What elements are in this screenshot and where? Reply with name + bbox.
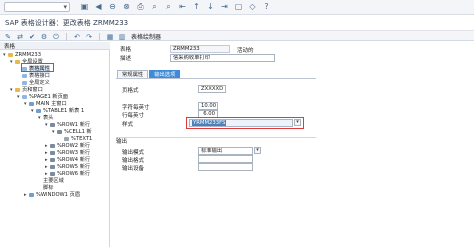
test-icon[interactable]: ⏻ [52,33,60,41]
tab-output-options[interactable]: 输出选项 [149,70,181,78]
prev-page-icon[interactable]: ↑ [192,2,201,11]
dropdown-arrow-icon[interactable]: ▾ [63,3,67,11]
lines-per-inch-label: 行每英寸 [122,113,145,119]
row-icon [50,144,55,148]
tab-strip: 常规属性 输出选项 [117,70,181,78]
output-mode-field[interactable]: 标准输出 [198,147,253,155]
form-icon [8,53,13,57]
cancel-icon[interactable]: ⊗ [122,2,131,11]
tree-node-label: %WINDOW1 页眉 [36,192,81,198]
description-label: 描述 [120,56,132,62]
form-name-field[interactable]: ZRMM233 [170,45,230,53]
definitions-icon [22,81,27,85]
form-name-label: 表格 [120,47,132,53]
form-name-row: 表格 [120,45,131,53]
output-mode-dropdown-icon[interactable]: ▾ [254,147,261,154]
command-field[interactable]: ▾ [4,2,70,12]
row-icon [50,123,55,127]
next-page-icon[interactable]: ↓ [206,2,215,11]
exit-icon[interactable]: ⊖ [108,2,117,11]
toolbar-separator [66,32,67,41]
check-icon[interactable]: ✔ [28,33,36,41]
output-mode-label: 输出模式 [122,150,145,156]
table-painter-button[interactable]: 表格绘制器 [131,32,161,41]
row-icon [50,158,55,162]
description-row: 描述 [120,54,131,62]
save-icon[interactable]: ▣ [80,2,89,11]
last-page-icon[interactable]: ⇥ [220,2,229,11]
redo-icon[interactable]: ↷ [85,33,93,41]
tree-header: 表格 [0,42,110,50]
folder-icon [15,60,20,64]
toolbar-separator [99,32,100,41]
highlight-box-style [186,117,304,129]
description-field[interactable]: 信采购收单打印 [170,54,275,62]
tree-node-window1[interactable]: ▸ %WINDOW1 页眉 [24,191,80,199]
window-icon [29,102,34,106]
title-bar: SAP 表格设计器：更改表格 ZRMM233 [0,15,474,30]
text-icon [64,137,69,141]
tree-header-label: 表格 [4,44,16,50]
undo-icon[interactable]: ↶ [73,33,81,41]
folder-icon [15,88,20,92]
first-page-icon[interactable]: ⇤ [178,2,187,11]
find-icon[interactable]: ⌕ [150,2,159,11]
row-icon [50,172,55,176]
new-session-icon[interactable]: ▢ [234,2,243,11]
chars-per-inch-field[interactable]: 10.00 [198,102,218,110]
back-icon[interactable]: ◀ [94,2,103,11]
window-icon [29,193,34,197]
status-label: 活动的 [237,48,254,54]
find-next-icon[interactable]: ⌕ [164,2,173,11]
page-title: SAP 表格设计器：更改表格 ZRMM233 [5,19,129,27]
shortcut-icon[interactable]: ◇ [248,2,257,11]
print-icon[interactable]: ⎙ [136,2,145,11]
output-device-field[interactable] [198,163,253,171]
cell-icon [57,130,62,134]
output-format-label: 输出格式 [122,158,145,164]
row-icon [50,151,55,155]
section-divider [116,137,316,138]
help-icon[interactable]: ? [262,2,271,11]
tab-general-attributes[interactable]: 常规属性 [117,70,149,78]
chars-per-inch-label: 字符每英寸 [122,105,150,111]
output-device-label: 输出设备 [122,166,145,172]
layout-icon[interactable]: ▥ [118,33,126,41]
interface-icon [22,74,27,78]
row-icon [50,165,55,169]
system-toolbar-icons: ▣ ◀ ⊖ ⊗ ⎙ ⌕ ⌕ ⇤ ↑ ↓ ⇥ ▢ ◇ ? [80,2,271,11]
display-change-icon[interactable]: ✎ [4,33,12,41]
application-toolbar: ✎ ⇄ ✔ ⚙ ⏻ ↶ ↷ ▦ ▥ 表格绘制器 [0,30,474,41]
output-section-title: 输出 [116,139,128,145]
form-tree-panel: 表格 ▾ ZRMM233 ▾ 全局设置 表格属性 表格接口 全局定义 ▾ 页和窗… [0,42,110,247]
activate-icon[interactable]: ⚙ [40,33,48,41]
style-label: 样式 [122,122,134,128]
page-format-label: 页格式 [122,88,139,94]
page-format-field[interactable]: ZXXXXD [198,85,226,93]
settings-icon[interactable]: ▦ [106,33,114,41]
output-format-field[interactable] [198,155,253,163]
highlight-box-form-attributes [21,63,54,72]
page-icon [22,95,27,99]
other-object-icon[interactable]: ⇄ [16,33,24,41]
system-toolbar: ▾ ▣ ◀ ⊖ ⊗ ⎙ ⌕ ⌕ ⇤ ↑ ↓ ⇥ ▢ ◇ ? [0,0,474,15]
table-icon [36,109,41,113]
